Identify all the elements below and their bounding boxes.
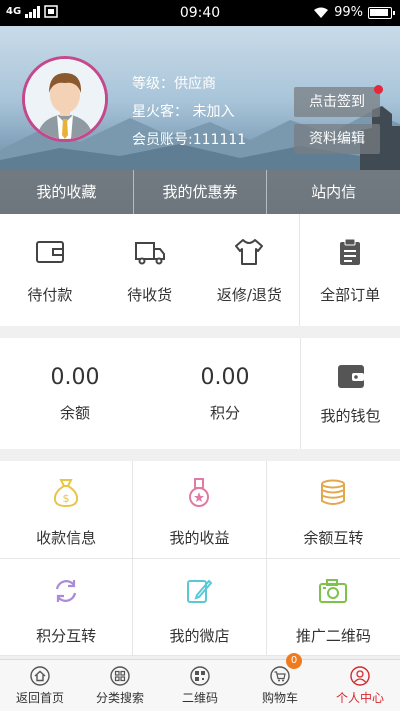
profile-page: 4G 09:40 99% 等级：供应商 星火客： 未加入 会员账号:111111… <box>0 0 400 711</box>
avatar[interactable] <box>22 56 108 142</box>
edit-note-icon <box>187 579 213 603</box>
order-returns[interactable]: 返修/退货 <box>200 214 300 326</box>
service-label: 推广二维码 <box>295 626 371 645</box>
battery-percent: 99% <box>334 5 363 20</box>
service-my-earnings[interactable]: 我的收益 <box>133 461 267 559</box>
tab-label: 个人中心 <box>335 691 384 705</box>
coins-icon <box>321 479 346 505</box>
service-my-shop[interactable]: 我的微店 <box>133 558 267 656</box>
person-icon <box>350 666 370 686</box>
order-label: 待收货 <box>127 286 173 304</box>
tab-profile[interactable]: 个人中心 <box>320 660 400 711</box>
my-wallet-label: 我的钱包 <box>320 407 381 425</box>
wifi-icon <box>314 7 329 18</box>
truck-icon <box>134 242 165 265</box>
service-points-transfer[interactable]: 积分互转 <box>0 558 134 656</box>
tab-label: 二维码 <box>181 691 218 705</box>
return-shirt-icon <box>235 239 264 265</box>
header-tabs: 我的收藏 我的优惠券 站内信 <box>0 170 400 214</box>
bottom-tab-bar: 返回首页 分类搜索 二维码 0 购物车 个人中心 <box>0 653 400 711</box>
qrcode-icon <box>190 666 210 686</box>
tab-messages[interactable]: 站内信 <box>267 170 400 214</box>
battery-icon <box>368 6 395 19</box>
my-wallet-button[interactable]: 我的钱包 <box>300 338 400 449</box>
star-member-status: 星火客： 未加入 <box>132 104 235 120</box>
tab-cart[interactable]: 0 购物车 <box>240 653 320 711</box>
clipboard-icon <box>340 238 361 265</box>
category-icon <box>110 666 130 686</box>
service-label: 积分互转 <box>36 626 97 645</box>
balance-value: 0.00 <box>50 365 100 390</box>
service-label: 收款信息 <box>36 529 97 547</box>
svg-text:$: $ <box>63 492 70 505</box>
wallet-card-icon <box>35 241 64 263</box>
user-avatar-icon <box>25 59 105 139</box>
sign-in-button[interactable]: 点击签到 <box>294 85 383 117</box>
member-account: 会员账号:111111 <box>132 132 247 148</box>
status-bar: 4G 09:40 99% <box>0 0 400 26</box>
points-value: 0.00 <box>200 365 250 390</box>
order-label: 全部订单 <box>320 286 381 304</box>
refresh-icon <box>56 579 77 602</box>
points-cell[interactable]: 0.00 积分 <box>150 338 300 449</box>
service-label: 余额互转 <box>303 529 364 547</box>
profile-info: 等级：供应商 星火客： 未加入 会员账号:111111 <box>132 70 246 154</box>
service-label: 我的微店 <box>169 626 230 645</box>
balance-label: 余额 <box>59 404 90 422</box>
tab-favorites[interactable]: 我的收藏 <box>0 170 134 214</box>
service-payment-info[interactable]: $ 收款信息 <box>0 461 134 559</box>
profile-header: 等级：供应商 星火客： 未加入 会员账号:111111 点击签到 资料编辑 我的… <box>0 26 400 214</box>
service-label: 我的收益 <box>169 529 230 547</box>
balance-cell[interactable]: 0.00 余额 <box>0 338 150 449</box>
tab-label: 购物车 <box>261 691 298 705</box>
order-all[interactable]: 全部订单 <box>299 214 400 326</box>
services-grid: $ 收款信息 我的收益 余额互转 积分互转 我的微店 推广二维码 <box>0 461 400 656</box>
tab-category-search[interactable]: 分类搜索 <box>80 660 160 711</box>
service-balance-transfer[interactable]: 余额互转 <box>266 461 400 559</box>
service-promo-qrcode[interactable]: 推广二维码 <box>266 559 400 656</box>
order-label: 待付款 <box>27 286 73 304</box>
sign-in-label: 点击签到 <box>309 94 365 110</box>
tab-qrcode[interactable]: 二维码 <box>160 660 240 711</box>
points-label: 积分 <box>209 404 240 422</box>
cart-badge: 0 <box>286 653 302 669</box>
home-icon <box>30 666 50 686</box>
money-bag-icon: $ <box>54 479 79 508</box>
wallet-icon <box>337 365 364 388</box>
member-level: 等级：供应商 <box>132 76 216 92</box>
tab-coupons[interactable]: 我的优惠券 <box>134 170 268 214</box>
wallet-section: 0.00 余额 0.00 积分 我的钱包 <box>0 338 400 449</box>
tab-label: 返回首页 <box>15 691 64 705</box>
notification-dot <box>374 85 383 94</box>
camera-icon <box>319 578 348 603</box>
cart-icon <box>270 666 290 686</box>
order-pending-payment[interactable]: 待付款 <box>0 214 100 326</box>
edit-profile-button[interactable]: 资料编辑 <box>294 124 380 154</box>
order-pending-receipt[interactable]: 待收货 <box>100 214 200 326</box>
order-label: 返修/退货 <box>216 286 282 304</box>
tab-home[interactable]: 返回首页 <box>0 660 80 711</box>
edit-profile-label: 资料编辑 <box>309 131 365 147</box>
tab-label: 分类搜索 <box>95 691 144 705</box>
order-section: 待付款 待收货 返修/退货 全部订单 <box>0 214 400 326</box>
medal-icon <box>189 478 210 507</box>
